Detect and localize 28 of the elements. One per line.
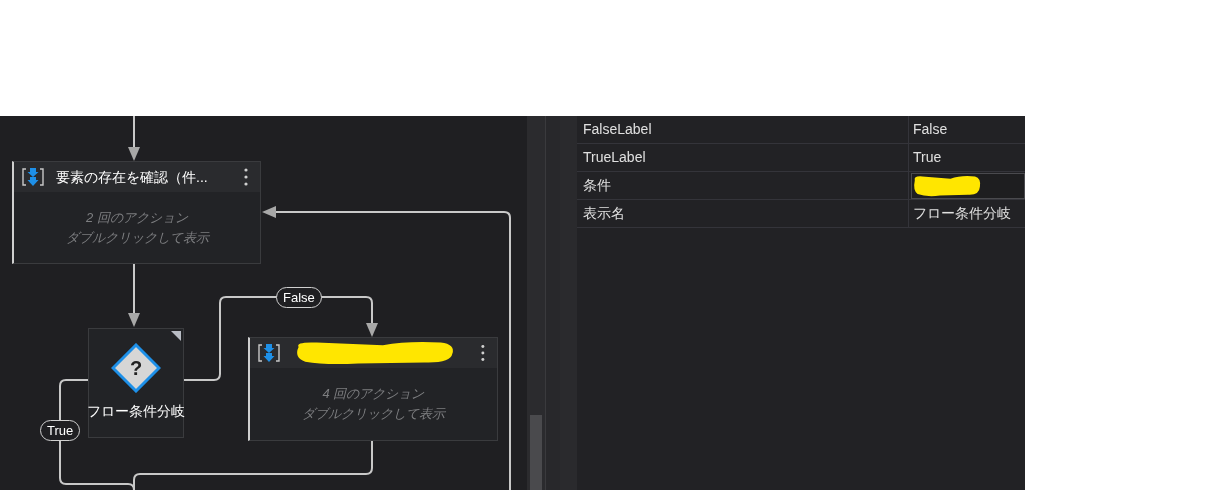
branch-label: True [40,420,81,441]
more-options-icon[interactable] [481,344,485,362]
question-diamond-icon: ? [111,343,161,393]
action-group-icon [258,343,280,363]
property-value: True [912,148,942,167]
branch-label: False [276,287,322,308]
node-label: フロー条件分岐 [87,402,185,421]
node-summary-text: 4 回のアクション [322,385,425,403]
condition-field[interactable] [911,172,1025,199]
property-name: FalseLabel [582,120,653,139]
node-summary-text: 2 回のアクション [86,208,188,227]
property-name: 表示名 [582,204,626,223]
property-name: TrueLabel [582,148,647,167]
property-value: False [912,120,948,139]
corner-triangle-icon [171,331,181,341]
decision-node[interactable]: ? フロー条件分岐 [88,328,184,438]
action-group-node[interactable]: 要素の存在を確認（件... 2 回のアクション ダブルクリックして表示 [12,161,261,264]
scrollbar-thumb[interactable] [530,415,542,490]
node-summary-text: ダブルクリックして表示 [65,228,209,247]
property-name: 条件 [582,176,612,195]
node-summary-text: ダブルクリックして表示 [302,405,445,423]
more-options-icon[interactable] [244,168,248,186]
connector-line [128,263,140,327]
property-value: フロー条件分岐 [912,204,1011,223]
action-group-icon [22,167,44,187]
connector-line [128,116,140,161]
node-title: 要素の存在を確認（件... [56,167,209,187]
action-group-node[interactable]: 4 回のアクション ダブルクリックして表示 [248,337,498,441]
